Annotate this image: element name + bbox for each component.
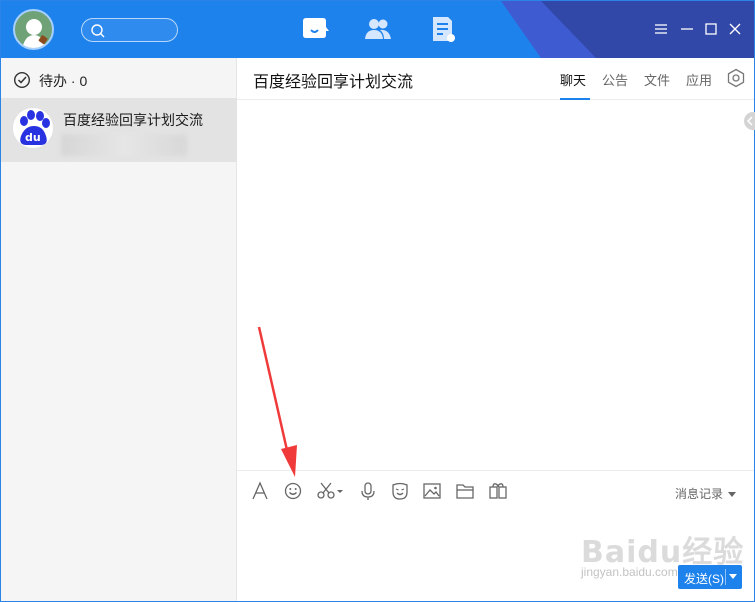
sticker-icon[interactable] xyxy=(390,481,410,501)
group-title: 百度经验回享计划交流 xyxy=(253,74,414,91)
search-box[interactable] xyxy=(81,18,178,42)
minimize-button[interactable] xyxy=(679,21,695,37)
send-button-label: 发送(S) xyxy=(684,572,724,586)
tab-chat[interactable]: 聊天 xyxy=(560,70,586,89)
chat-panel: 百度经验回享计划交流 聊天 公告 文件 应用 消息记录 发送(S) xyxy=(237,58,755,601)
search-icon xyxy=(91,24,105,38)
conversation-preview-blurred xyxy=(61,134,187,156)
document-icon xyxy=(433,17,455,42)
close-icon xyxy=(729,23,741,35)
user-avatar[interactable] xyxy=(13,9,54,50)
chat-header: 百度经验回享计划交流 聊天 公告 文件 应用 xyxy=(237,58,754,100)
todo-label: 待办 · 0 xyxy=(39,73,88,89)
input-toolbar: 消息记录 xyxy=(237,470,754,510)
nav-tab-contacts[interactable] xyxy=(363,15,393,45)
app-box-icon[interactable] xyxy=(488,481,508,501)
tab-apps[interactable]: 应用 xyxy=(686,70,712,89)
message-history-label: 消息记录 xyxy=(675,487,724,501)
todo-row[interactable]: 待办 · 0 xyxy=(1,58,237,98)
svg-text:du: du xyxy=(25,131,41,144)
message-history-button[interactable]: 消息记录 xyxy=(675,485,737,502)
user-avatar-icon xyxy=(22,19,48,48)
settings-hexagon-icon[interactable] xyxy=(726,68,746,88)
image-icon[interactable] xyxy=(422,481,442,501)
voice-mic-icon[interactable] xyxy=(358,481,378,501)
close-button[interactable] xyxy=(727,21,743,37)
tab-announcement[interactable]: 公告 xyxy=(602,70,628,89)
conversation-name: 百度经验回享计划交流 xyxy=(63,112,203,128)
emoji-icon[interactable] xyxy=(283,481,303,501)
send-options-caret-icon[interactable] xyxy=(729,574,737,580)
menu-button[interactable] xyxy=(653,21,669,37)
screenshot-scissors-icon[interactable] xyxy=(316,481,346,501)
minimize-icon xyxy=(681,28,693,30)
maximize-button[interactable] xyxy=(703,21,719,37)
send-button-divider xyxy=(725,569,726,585)
list-item[interactable]: du 百度经验回享计划交流 xyxy=(1,98,237,162)
message-area xyxy=(237,100,754,470)
message-bubble-icon xyxy=(303,18,329,38)
folder-icon[interactable] xyxy=(455,481,475,501)
send-button[interactable]: 发送(S) xyxy=(678,565,742,589)
conversation-sidebar: 待办 · 0 du 百度经验回享计划交流 xyxy=(1,58,237,601)
nav-tab-messages[interactable] xyxy=(301,15,331,45)
title-bar xyxy=(1,1,754,58)
font-icon[interactable] xyxy=(250,481,270,501)
tab-files[interactable]: 文件 xyxy=(644,70,670,89)
maximize-icon xyxy=(705,23,717,35)
check-circle-icon xyxy=(13,71,31,89)
message-input[interactable]: 发送(S) xyxy=(237,510,754,601)
hamburger-menu-icon xyxy=(655,24,667,34)
nav-tab-workspace[interactable] xyxy=(428,15,458,45)
caret-down-icon xyxy=(728,492,737,497)
contacts-icon xyxy=(365,19,391,39)
baidu-paw-icon: du xyxy=(13,108,53,148)
app-window: 待办 · 0 du 百度经验回享计划交流 百度经验回享计划交流 聊天 公告 文件… xyxy=(0,0,755,602)
